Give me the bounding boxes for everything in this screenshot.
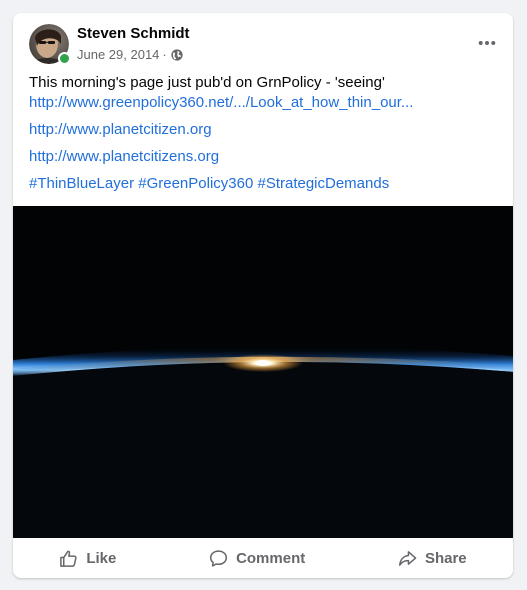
link-planetcitizen[interactable]: http://www.planetcitizen.org bbox=[29, 121, 212, 138]
post-action-bar: Like Comment Share bbox=[13, 538, 513, 578]
online-status-dot bbox=[58, 52, 71, 65]
hashtags[interactable]: #ThinBlueLayer #GreenPolicy360 #Strategi… bbox=[29, 175, 389, 192]
share-label: Share bbox=[424, 549, 467, 567]
post-text-line: This morning's page just pub'd on GrnPol… bbox=[29, 74, 385, 91]
like-button[interactable]: Like bbox=[39, 543, 136, 574]
comment-icon bbox=[210, 549, 228, 567]
thumbs-up-icon bbox=[60, 550, 77, 567]
post-date[interactable]: June 29, 2014 bbox=[77, 47, 159, 62]
like-label: Like bbox=[86, 549, 117, 567]
share-icon bbox=[398, 550, 417, 566]
share-button[interactable]: Share bbox=[378, 543, 487, 574]
meta-separator: · bbox=[162, 47, 167, 62]
link-planetcitizens[interactable]: http://www.planetcitizens.org bbox=[29, 148, 219, 165]
post-header: Steven Schmidt June 29, 2014 · bbox=[13, 13, 513, 71]
author-avatar[interactable] bbox=[29, 24, 71, 65]
post-card: Steven Schmidt June 29, 2014 · This morn… bbox=[13, 13, 513, 578]
comment-button[interactable]: Comment bbox=[189, 543, 325, 574]
more-dots-icon bbox=[478, 41, 496, 45]
link-greenpolicy360[interactable]: http://www.greenpolicy360.net/.../Look_a… bbox=[29, 94, 413, 111]
comment-label: Comment bbox=[236, 549, 306, 567]
post-photo[interactable] bbox=[13, 206, 513, 538]
earth-horizon-photo bbox=[13, 206, 513, 538]
post-meta: June 29, 2014 · bbox=[77, 47, 183, 62]
globe-icon[interactable] bbox=[171, 48, 183, 61]
post-body: This morning's page just pub'd on GrnPol… bbox=[29, 73, 499, 194]
author-name[interactable]: Steven Schmidt bbox=[77, 25, 190, 42]
post-options-button[interactable] bbox=[473, 29, 501, 57]
